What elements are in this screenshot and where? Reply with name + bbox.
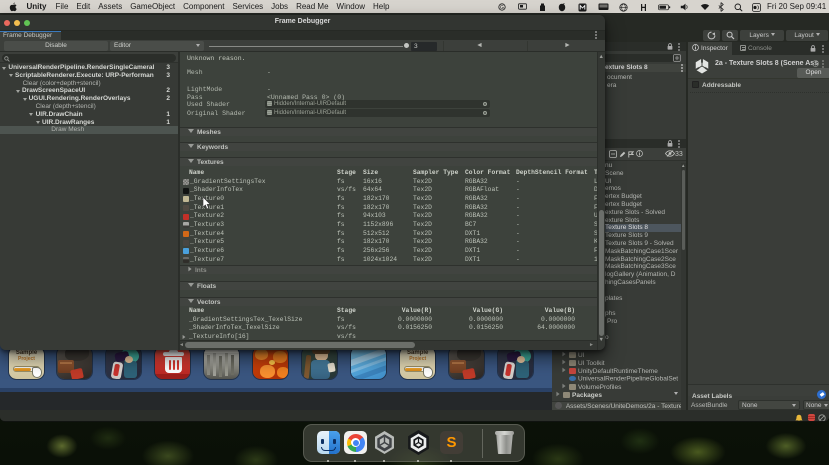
svg-text:G: G xyxy=(500,5,504,11)
